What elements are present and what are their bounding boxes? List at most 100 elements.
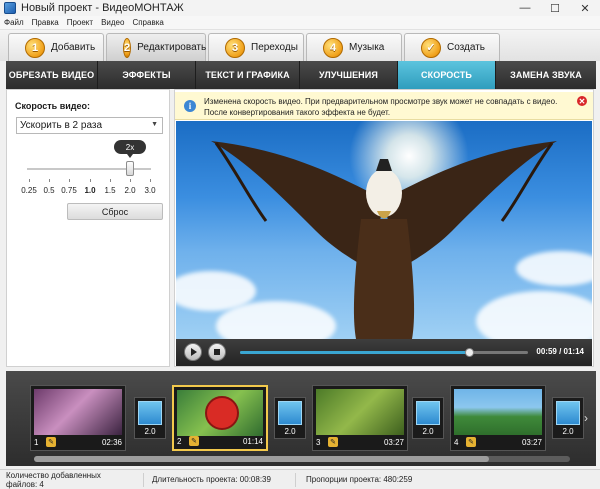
status-duration: Длительность проекта: 00:08:39 xyxy=(144,472,296,487)
clip-meta: 3 ✎ 03:27 xyxy=(316,436,404,448)
transition-slot[interactable]: 2.0 xyxy=(274,397,306,439)
speed-tooltip: 2x xyxy=(114,140,146,158)
step-label: Добавить xyxy=(51,42,96,53)
menu-edit[interactable]: Правка xyxy=(28,18,63,27)
slider-tick xyxy=(150,179,151,182)
clip-duration: 01:14 xyxy=(242,436,263,446)
pencil-icon[interactable]: ✎ xyxy=(46,437,56,447)
status-file-count: Количество добавленных файлов: 4 xyxy=(0,471,144,489)
tick-label: 1.0 xyxy=(84,186,96,195)
edit-tabs: ОБРЕЗАТЬ ВИДЕО ЭФФЕКТЫ ТЕКСТ И ГРАФИКА У… xyxy=(6,61,596,89)
stop-icon xyxy=(214,349,220,355)
clip-number: 4 xyxy=(454,437,459,447)
play-icon xyxy=(191,348,197,356)
tick-label: 0.25 xyxy=(21,186,37,195)
clip-image xyxy=(454,389,542,435)
step-number-badge: 1 xyxy=(25,37,45,58)
tick-label: 2.0 xyxy=(124,186,136,195)
transition-duration: 2.0 xyxy=(422,427,434,436)
step-number-badge: 4 xyxy=(323,37,343,58)
slider-tick xyxy=(90,179,91,182)
speed-panel: Скорость видео: Ускорить в 2 раза ▼ 2x 0… xyxy=(6,89,170,367)
progress-thumb[interactable] xyxy=(465,348,475,357)
transition-icon xyxy=(416,401,440,425)
timeline-scroll-thumb[interactable] xyxy=(34,456,489,462)
step-number-badge: 3 xyxy=(225,37,245,58)
step-label: Музыка xyxy=(349,42,385,53)
menu-help[interactable]: Справка xyxy=(128,18,167,27)
step-edit[interactable]: 2 Редактировать xyxy=(106,33,206,61)
pencil-icon[interactable]: ✎ xyxy=(189,436,199,446)
menu-video[interactable]: Видео xyxy=(97,18,128,27)
title-bar: Новый проект - ВидеоМОНТАЖ — ☐ ✕ xyxy=(0,0,600,16)
pencil-icon[interactable]: ✎ xyxy=(466,437,476,447)
clip-thumbnail[interactable]: 3 ✎ 03:27 xyxy=(312,385,408,451)
notice-banner: i Изменена скорость видео. При предварит… xyxy=(175,92,593,120)
speed-select[interactable]: Ускорить в 2 раза ▼ xyxy=(16,117,163,134)
step-add[interactable]: 1 Добавить xyxy=(8,33,104,61)
wizard-steps: 1 Добавить 2 Редактировать 3 Переходы 4 … xyxy=(0,30,600,61)
tick-label: 1.5 xyxy=(104,186,116,195)
clip-image xyxy=(177,390,263,436)
transition-icon xyxy=(138,401,162,425)
tab-text-graphics[interactable]: ТЕКСТ И ГРАФИКА xyxy=(196,61,300,89)
play-button[interactable] xyxy=(184,343,202,361)
clip-thumbnail[interactable]: 1 ✎ 02:36 xyxy=(30,385,126,451)
window-controls: — ☐ ✕ xyxy=(510,0,600,16)
transition-slot[interactable]: 2.0 xyxy=(552,397,584,439)
slider-tick xyxy=(29,179,30,182)
clip-duration: 02:36 xyxy=(101,437,122,447)
transition-icon xyxy=(278,401,302,425)
clip-duration: 03:27 xyxy=(383,437,404,447)
info-icon: i xyxy=(184,100,196,112)
tab-effects[interactable]: ЭФФЕКТЫ xyxy=(98,61,196,89)
playback-progress[interactable] xyxy=(240,348,528,357)
transition-slot[interactable]: 2.0 xyxy=(412,397,444,439)
eagle-image xyxy=(211,141,557,339)
step-label: Создать xyxy=(447,42,486,53)
chevron-right-icon[interactable]: › xyxy=(584,411,588,425)
tab-audio-replace[interactable]: ЗАМЕНА ЗВУКА xyxy=(496,61,596,89)
slider-tick xyxy=(49,179,50,182)
step-number-badge: 2 xyxy=(123,37,132,58)
clip-image xyxy=(316,389,404,435)
video-preview[interactable] xyxy=(176,121,592,339)
minimize-button[interactable]: — xyxy=(510,0,540,16)
speed-slider-thumb[interactable] xyxy=(126,161,134,176)
transition-slot[interactable]: 2.0 xyxy=(134,397,166,439)
step-transitions[interactable]: 3 Переходы xyxy=(208,33,304,61)
clip-duration: 03:27 xyxy=(521,437,542,447)
preview-panel: i Изменена скорость видео. При предварит… xyxy=(174,89,594,367)
check-icon: ✓ xyxy=(421,37,441,58)
clip-meta: 4 ✎ 03:27 xyxy=(454,436,542,448)
tick-label: 0.75 xyxy=(61,186,77,195)
status-ratio: Пропорции проекта: 480:259 xyxy=(306,475,413,484)
close-button[interactable]: ✕ xyxy=(570,0,600,16)
close-icon[interactable]: ✕ xyxy=(577,96,587,106)
reset-button[interactable]: Сброс xyxy=(67,203,163,220)
clip-number: 3 xyxy=(316,437,321,447)
window-title: Новый проект - ВидеоМОНТАЖ xyxy=(21,2,184,14)
timeline-scrollbar[interactable] xyxy=(34,456,570,462)
pencil-icon[interactable]: ✎ xyxy=(328,437,338,447)
transition-duration: 2.0 xyxy=(562,427,574,436)
clip-thumbnail[interactable]: 4 ✎ 03:27 xyxy=(450,385,546,451)
step-create[interactable]: ✓ Создать xyxy=(404,33,500,61)
maximize-button[interactable]: ☐ xyxy=(540,0,570,16)
speed-label: Скорость видео: xyxy=(15,101,90,111)
menu-file[interactable]: Файл xyxy=(0,18,28,27)
step-music[interactable]: 4 Музыка xyxy=(306,33,402,61)
transition-duration: 2.0 xyxy=(284,427,296,436)
app-icon xyxy=(4,2,16,14)
tab-improvements[interactable]: УЛУЧШЕНИЯ xyxy=(300,61,398,89)
clip-thumbnail-selected[interactable]: 2 ✎ 01:14 xyxy=(172,385,268,451)
playback-time: 00:59 / 01:14 xyxy=(536,347,584,356)
menu-project[interactable]: Проект xyxy=(63,18,97,27)
tab-speed[interactable]: СКОРОСТЬ xyxy=(398,61,496,89)
tick-label: 3.0 xyxy=(144,186,156,195)
chevron-down-icon: ▼ xyxy=(151,121,158,128)
speed-select-value: Ускорить в 2 раза xyxy=(20,120,103,131)
tab-trim[interactable]: ОБРЕЗАТЬ ВИДЕО xyxy=(6,61,98,89)
stop-button[interactable] xyxy=(208,343,226,361)
player-controls: 00:59 / 01:14 xyxy=(176,339,592,366)
